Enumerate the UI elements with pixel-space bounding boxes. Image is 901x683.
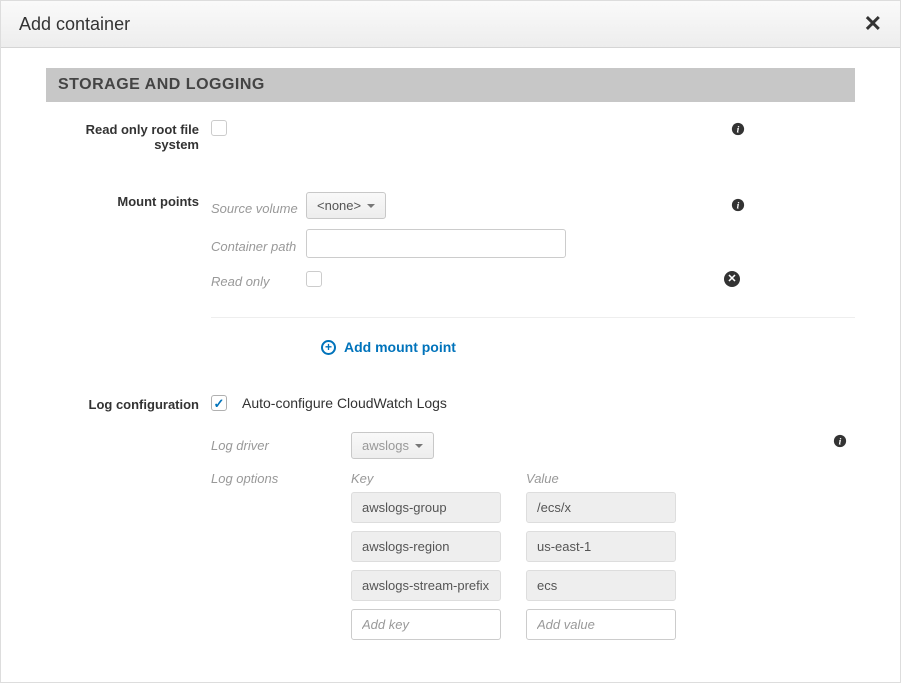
mount-read-only-checkbox[interactable] bbox=[306, 271, 322, 287]
read-only-root-label: Read only root file system bbox=[46, 120, 211, 152]
mount-read-only-label: Read only bbox=[211, 268, 306, 289]
log-driver-dropdown[interactable]: awslogs bbox=[351, 432, 434, 459]
auto-configure-checkbox[interactable] bbox=[211, 395, 227, 411]
source-volume-selected: <none> bbox=[317, 198, 361, 213]
container-path-row: Container path bbox=[211, 229, 855, 258]
log-options-label: Log options bbox=[211, 471, 351, 486]
log-option-value-input[interactable] bbox=[526, 531, 676, 562]
log-driver-label: Log driver bbox=[211, 438, 351, 453]
read-only-root-row: Read only root file system i bbox=[46, 120, 855, 152]
section-header: STORAGE AND LOGGING bbox=[46, 68, 855, 102]
container-path-input[interactable] bbox=[306, 229, 566, 258]
modal-header: Add container ✕ bbox=[1, 1, 900, 48]
auto-configure-label: Auto-configure CloudWatch Logs bbox=[242, 395, 447, 411]
info-icon[interactable]: i bbox=[731, 122, 745, 136]
svg-text:i: i bbox=[839, 437, 842, 448]
log-options-table: Key Value bbox=[351, 471, 676, 648]
log-option-key-input[interactable] bbox=[351, 492, 501, 523]
modal: Add container ✕ STORAGE AND LOGGING Read… bbox=[0, 0, 901, 683]
kv-row-empty bbox=[351, 609, 676, 640]
section-title: STORAGE AND LOGGING bbox=[58, 76, 843, 94]
kv-header: Key Value bbox=[351, 471, 676, 486]
kv-row bbox=[351, 531, 676, 562]
container-path-label: Container path bbox=[211, 233, 306, 254]
source-volume-dropdown[interactable]: <none> bbox=[306, 192, 386, 219]
info-icon[interactable]: i bbox=[833, 434, 847, 448]
log-config-row: Log configuration Auto-configure CloudWa… bbox=[46, 395, 855, 412]
log-option-value-input[interactable] bbox=[526, 492, 676, 523]
log-option-key-input[interactable] bbox=[351, 570, 501, 601]
source-volume-row: Source volume <none> bbox=[211, 192, 855, 219]
mount-points-label: Mount points bbox=[46, 192, 211, 209]
plus-icon: + bbox=[321, 340, 336, 355]
chevron-down-icon bbox=[367, 204, 375, 208]
log-option-add-value-input[interactable] bbox=[526, 609, 676, 640]
close-icon[interactable]: ✕ bbox=[864, 13, 882, 35]
kv-row bbox=[351, 492, 676, 523]
svg-text:i: i bbox=[737, 125, 740, 136]
add-mount-row: + Add mount point bbox=[46, 338, 855, 355]
log-driver-selected: awslogs bbox=[362, 438, 409, 453]
add-mount-point-button[interactable]: + Add mount point bbox=[321, 339, 456, 355]
log-option-value-input[interactable] bbox=[526, 570, 676, 601]
read-only-root-checkbox[interactable] bbox=[211, 120, 227, 136]
add-mount-point-label: Add mount point bbox=[344, 339, 456, 355]
log-option-key-input[interactable] bbox=[351, 531, 501, 562]
kv-row bbox=[351, 570, 676, 601]
kv-value-header: Value bbox=[526, 471, 676, 486]
mount-read-only-row: Read only ✕ bbox=[211, 268, 855, 289]
log-option-add-key-input[interactable] bbox=[351, 609, 501, 640]
log-config-label: Log configuration bbox=[46, 395, 211, 412]
log-sub-section: Log driver awslogs i Log options Key Val… bbox=[46, 432, 855, 648]
modal-title: Add container bbox=[19, 14, 130, 35]
modal-body: STORAGE AND LOGGING Read only root file … bbox=[1, 48, 900, 670]
source-volume-label: Source volume bbox=[211, 195, 306, 216]
remove-mount-icon[interactable]: ✕ bbox=[724, 271, 740, 287]
mount-points-row: Mount points i Source volume <none> Cont… bbox=[46, 192, 855, 318]
kv-key-header: Key bbox=[351, 471, 501, 486]
chevron-down-icon bbox=[415, 444, 423, 448]
